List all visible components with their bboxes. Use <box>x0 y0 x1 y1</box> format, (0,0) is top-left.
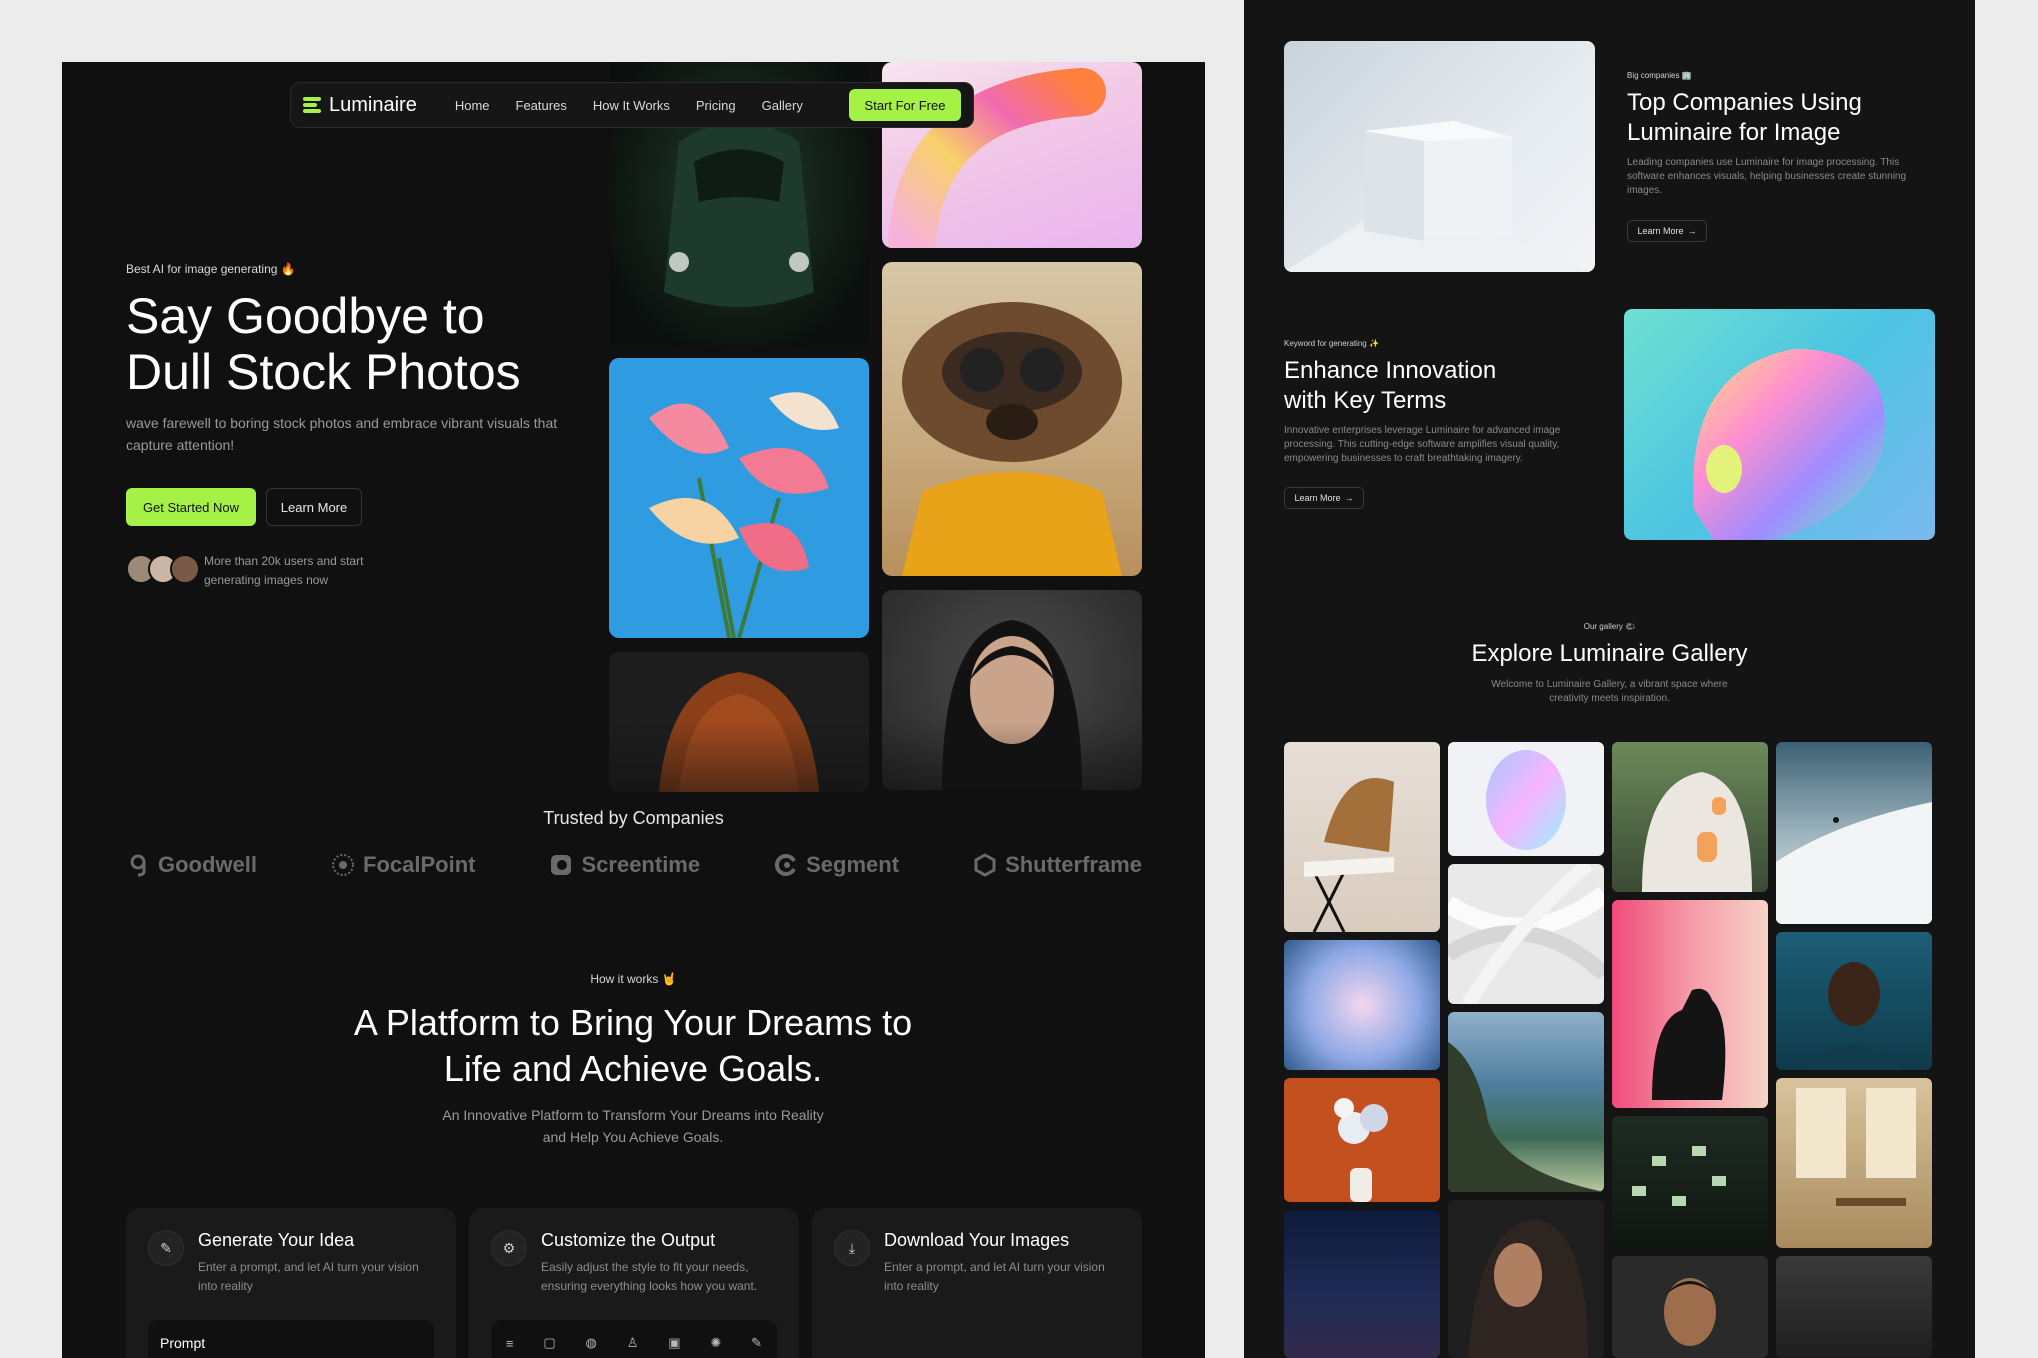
nav-link-pricing[interactable]: Pricing <box>696 98 736 113</box>
luminaire-logo-icon <box>303 97 321 113</box>
button-label: Learn More <box>1294 493 1341 503</box>
nav-link-home[interactable]: Home <box>455 98 490 113</box>
step-card-customize: ⚙ Customize the Output Easily adjust the… <box>469 1208 799 1358</box>
focalpoint-icon <box>332 854 355 876</box>
logo-screentime: Screentime <box>549 852 700 878</box>
logo-shutterframe: Shutterframe <box>973 852 1142 878</box>
brand-name: Luminaire <box>329 93 417 116</box>
logo-focalpoint: FocalPoint <box>331 852 475 878</box>
gallery-image-smiling-man[interactable] <box>1612 1256 1768 1358</box>
gallery-title: Explore Luminaire Gallery <box>1471 640 1748 667</box>
nav-links: Home Features How It Works Pricing Galle… <box>455 98 803 113</box>
trusted-title: Trusted by Companies <box>543 808 724 828</box>
how-it-works-tag: How it works 🤘 <box>590 972 677 986</box>
nav-link-gallery[interactable]: Gallery <box>762 98 803 113</box>
gallery-image-dark-portrait[interactable] <box>1776 1256 1932 1358</box>
logo-label: FocalPoint <box>363 852 476 877</box>
companies-tag: Big companies 🏢 <box>1627 71 1692 80</box>
shutterframe-icon <box>974 853 996 877</box>
gallery-tag: Our gallery 🌤 <box>1583 622 1636 631</box>
gallery-image-white-house[interactable] <box>1612 742 1768 892</box>
step-title: Download Your Images <box>884 1230 1070 1250</box>
landing-page-left: Luminaire Home Features How It Works Pri… <box>62 62 1205 1358</box>
style-icon[interactable]: ◍ <box>586 1335 597 1351</box>
gallery-image-glass-flower[interactable] <box>1284 940 1440 1070</box>
white-cube-image <box>1284 41 1595 272</box>
arrow-right-icon: → <box>1344 493 1354 503</box>
step-title: Customize the Output <box>541 1230 716 1250</box>
gallery-image-portrait-woman[interactable] <box>1448 1200 1604 1358</box>
step-text: Enter a prompt, and let AI turn your vis… <box>884 1260 1105 1293</box>
arrow-right-icon: → <box>1687 226 1697 236</box>
sliders-icon: ⚙ <box>491 1230 527 1266</box>
person-icon[interactable]: ♙ <box>627 1335 639 1351</box>
top-navbar: Luminaire Home Features How It Works Pri… <box>290 82 974 128</box>
image-grid-fade <box>602 722 1162 852</box>
gallery-image-chair[interactable] <box>1284 742 1440 932</box>
how-it-works-title: A Platform to Bring Your Dreams to Life … <box>353 1002 913 1089</box>
step-card-download: ⤓ Download Your Images Enter a prompt, a… <box>812 1208 1142 1358</box>
avatar <box>170 554 200 584</box>
download-icon: ⤓ <box>834 1230 870 1266</box>
get-started-button[interactable]: Get Started Now <box>126 488 256 526</box>
landing-page-right: Big companies 🏢 Top Companies Using Lumi… <box>1244 0 1975 1358</box>
image-icon[interactable]: ▣ <box>668 1335 680 1351</box>
logo-segment: Segment <box>774 852 899 878</box>
start-for-free-button[interactable]: Start For Free <box>849 89 961 121</box>
gallery-image-coastline[interactable] <box>1448 1012 1604 1192</box>
logo-label: Segment <box>806 852 900 877</box>
step-text: Easily adjust the style to fit your need… <box>541 1260 758 1293</box>
logo-label: Screentime <box>581 852 701 877</box>
customize-toolbar: ≡ ▢ ◍ ♙ ▣ ✺ ✎ <box>491 1320 777 1358</box>
how-it-works-subtitle: An Innovative Platform to Transform Your… <box>442 1107 824 1145</box>
company-logos: Goodwell FocalPoint Screentime Segment S… <box>126 852 1142 878</box>
gallery-image-dog-pink[interactable] <box>1612 900 1768 1108</box>
gallery-image-portrait-man[interactable] <box>1776 932 1932 1070</box>
segment-icon <box>775 854 796 876</box>
gallery-image-night-city[interactable] <box>1284 1210 1440 1358</box>
users-count-text: More than 20k users and start generating… <box>204 554 364 587</box>
innovation-tag: Keyword for generating ✨ <box>1284 339 1379 348</box>
screentime-icon <box>551 855 572 875</box>
gallery-image-white-tubes[interactable] <box>1448 864 1604 1004</box>
button-label: Learn More <box>1637 226 1684 236</box>
gallery-subtitle: Welcome to Luminaire Gallery, a vibrant … <box>1491 679 1728 704</box>
innovation-learn-more-button[interactable]: Learn More → <box>1284 487 1364 509</box>
shape-icon[interactable]: ▢ <box>543 1335 555 1351</box>
dog-goggles-image <box>882 262 1142 576</box>
step-card-generate: ✎ Generate Your Idea Enter a prompt, and… <box>126 1208 456 1358</box>
brand-logo[interactable]: Luminaire <box>303 94 417 117</box>
gallery-image-snow-mountain[interactable] <box>1776 742 1932 924</box>
step-title: Generate Your Idea <box>198 1230 355 1250</box>
nav-link-features[interactable]: Features <box>516 98 567 113</box>
hero-subtitle: wave farewell to boring stock photos and… <box>126 415 558 453</box>
companies-learn-more-button[interactable]: Learn More → <box>1627 220 1707 242</box>
user-avatars <box>126 554 200 584</box>
gallery-image-vase-flowers[interactable] <box>1284 1078 1440 1202</box>
logo-goodwell: Goodwell <box>126 852 257 878</box>
flowers-image <box>609 358 869 638</box>
companies-text: Leading companies use Luminaire for imag… <box>1627 157 1907 196</box>
wand-icon[interactable]: ✎ <box>751 1335 762 1351</box>
learn-more-button[interactable]: Learn More <box>266 488 362 526</box>
palette-icon[interactable]: ✺ <box>710 1335 721 1351</box>
companies-title: Top Companies Using Luminaire for Image <box>1627 89 1862 146</box>
hero-tagline: Best AI for image generating 🔥 <box>126 262 296 276</box>
goodwell-icon <box>130 854 146 877</box>
gallery-image-sunlit-room[interactable] <box>1776 1078 1932 1248</box>
menu-icon[interactable]: ≡ <box>506 1336 514 1351</box>
innovation-title: Enhance Innovation with Key Terms <box>1284 357 1497 414</box>
innovation-text: Innovative enterprises leverage Luminair… <box>1284 425 1561 464</box>
step-text: Enter a prompt, and let AI turn your vis… <box>198 1260 419 1293</box>
hero-buttons: Get Started Now Learn More <box>126 488 362 526</box>
holographic-head-image <box>1624 309 1935 540</box>
gallery-image-chrome-head[interactable] <box>1448 742 1604 856</box>
logo-label: Shutterframe <box>1005 852 1142 877</box>
nav-link-how-it-works[interactable]: How It Works <box>593 98 670 113</box>
gallery-image-tv-forest[interactable] <box>1612 1116 1768 1248</box>
magic-wand-icon: ✎ <box>148 1230 184 1266</box>
hero-title: Say Goodbye to Dull Stock Photos <box>126 288 521 400</box>
logo-label: Goodwell <box>158 852 257 877</box>
prompt-input[interactable]: Prompt <box>148 1320 434 1358</box>
